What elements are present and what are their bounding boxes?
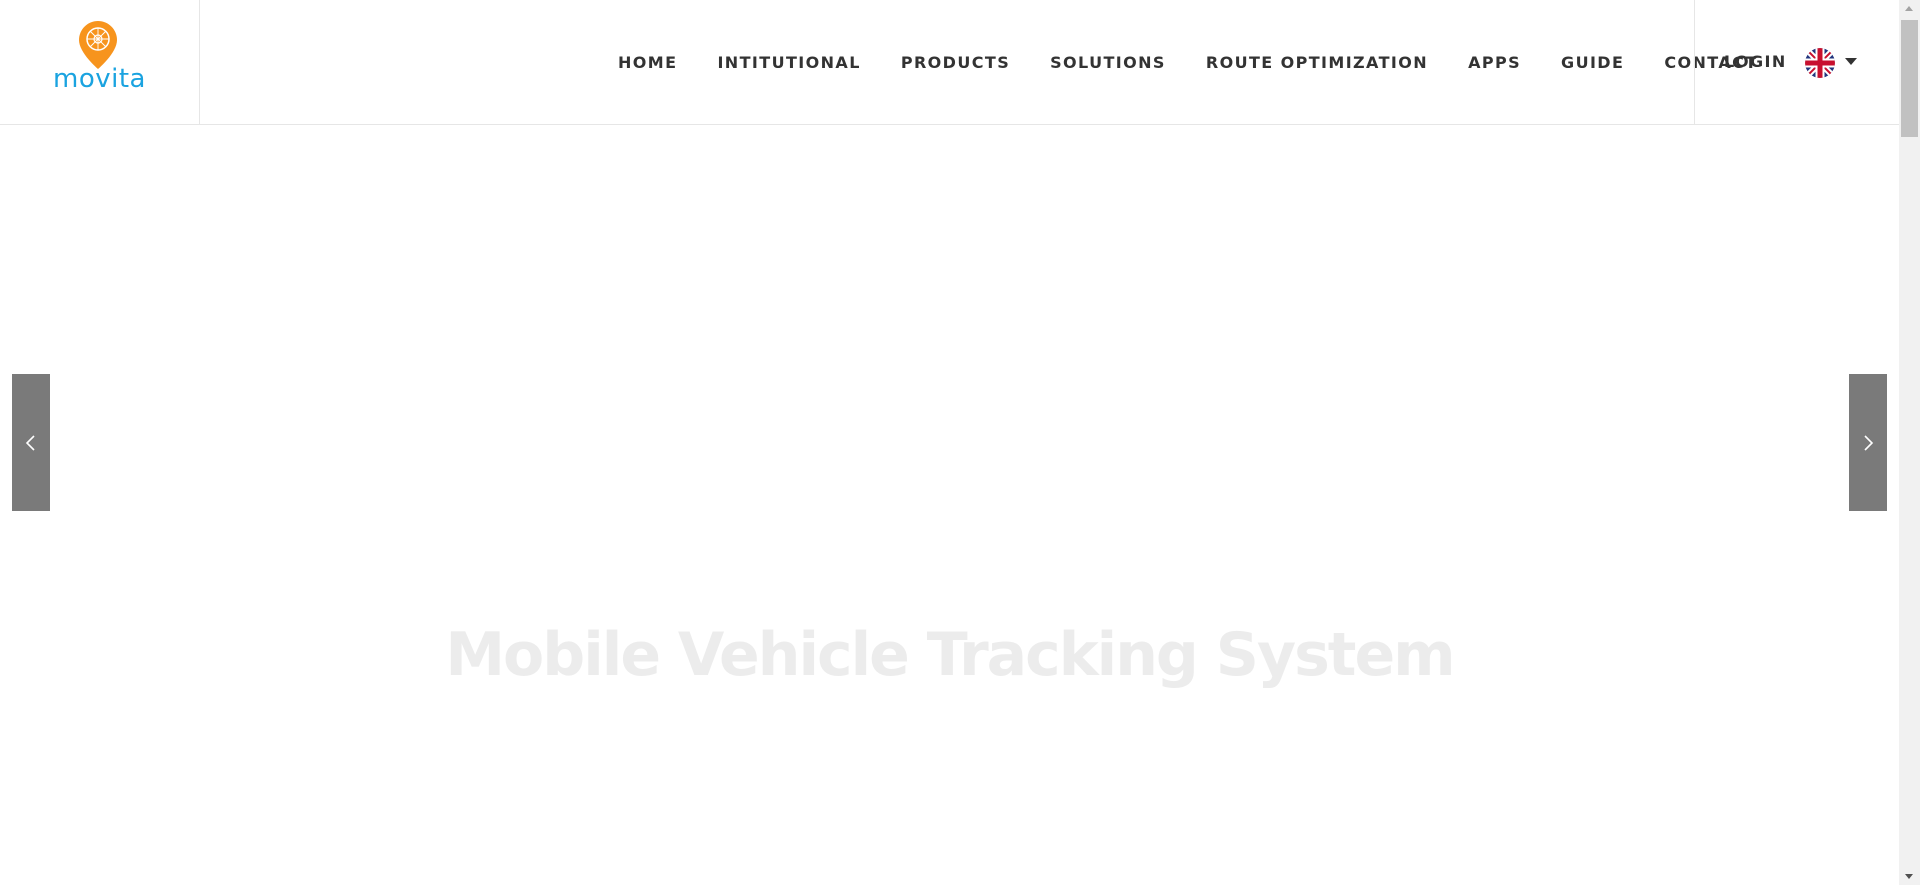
nav-item-institutional[interactable]: INTITUTIONAL [717,53,860,72]
scrollbar-thumb[interactable] [1901,20,1918,137]
hero-slider: Mobile Vehicle Tracking System [0,125,1899,885]
login-link[interactable]: LOGIN [1724,52,1787,71]
main-navigation: HOME INTITUTIONAL PRODUCTS SOLUTIONS ROU… [598,0,1778,124]
nav-item-solutions[interactable]: SOLUTIONS [1050,53,1166,72]
page-content: movita HOME INTITUTIONAL PRODUCTS SOLUTI… [0,0,1899,885]
language-selector[interactable] [1805,48,1865,80]
nav-item-home[interactable]: HOME [618,53,677,72]
nav-item-products[interactable]: PRODUCTS [901,53,1010,72]
nav-item-guide[interactable]: GUIDE [1561,53,1624,72]
logo-wordmark: movita [53,64,146,94]
slider-prev-button[interactable] [12,374,50,511]
scroll-up-arrow-icon[interactable] [1899,0,1920,17]
vertical-scrollbar[interactable] [1899,0,1920,885]
site-header: movita HOME INTITUTIONAL PRODUCTS SOLUTI… [0,0,1899,125]
page: movita HOME INTITUTIONAL PRODUCTS SOLUTI… [0,0,1920,885]
nav-item-route-optimization[interactable]: ROUTE OPTIMIZATION [1206,53,1428,72]
uk-flag-icon [1805,48,1835,78]
chevron-left-icon [25,435,35,451]
logo-link[interactable]: movita [0,0,200,124]
nav-item-apps[interactable]: APPS [1468,53,1521,72]
location-pin-logo-icon [79,21,117,69]
slider-next-button[interactable] [1849,374,1887,511]
scroll-down-arrow-icon[interactable] [1899,868,1920,885]
header-account-area: LOGIN [1694,0,1899,124]
chevron-right-icon [1864,435,1874,451]
slide-headline: Mobile Vehicle Tracking System [445,620,1455,691]
chevron-down-icon [1845,58,1857,65]
